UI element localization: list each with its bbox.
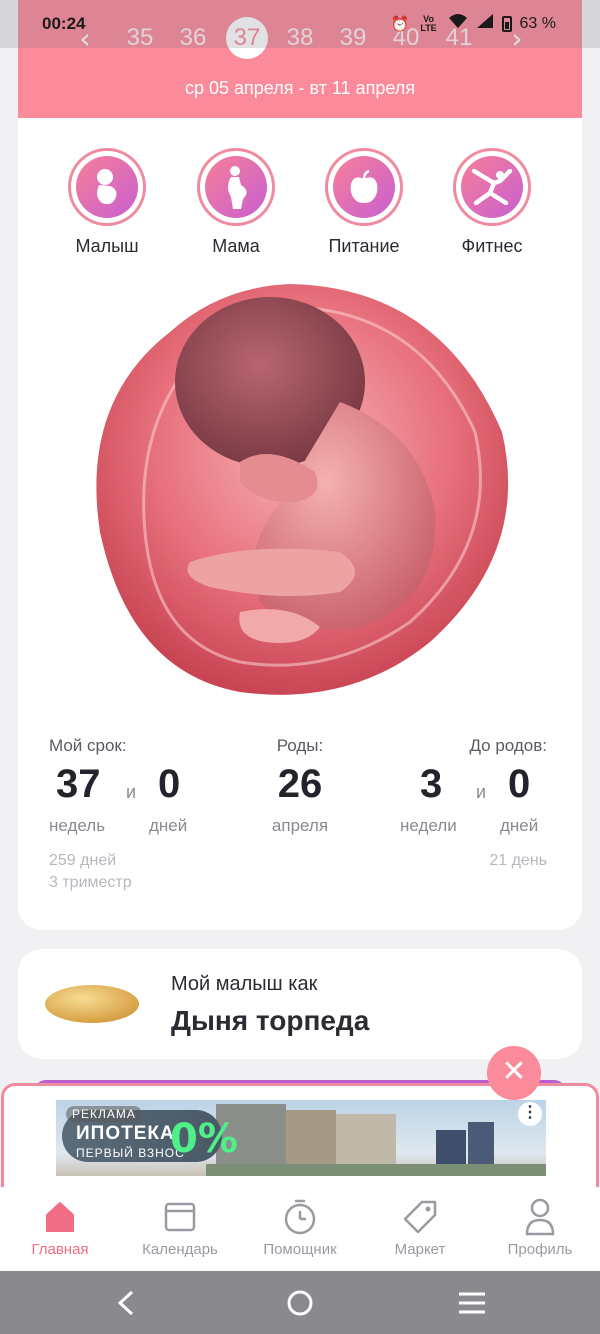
melon-image [44, 983, 140, 1030]
recent-apps-icon[interactable] [442, 1285, 502, 1321]
remaining-connector: и [476, 782, 487, 802]
volte-label: Vo LTE [420, 13, 437, 33]
status-icons: ⏰ Vo LTE 63 % [391, 13, 556, 34]
remaining-weeks-value: 3 [420, 762, 443, 806]
pregnancy-card: Малыш Мама Питание Фитнес Мой срок: 37 и… [18, 118, 582, 930]
remaining-days-unit: дней [500, 816, 539, 835]
close-icon[interactable]: ✕ [487, 1046, 541, 1100]
ad-subline: ПЕРВЫЙ ВЗНОС [76, 1146, 185, 1160]
nav-assistant[interactable]: Помощник [240, 1197, 360, 1258]
back-icon[interactable] [96, 1285, 156, 1321]
nav-label: Главная [31, 1241, 89, 1258]
nav-market[interactable]: Маркет [360, 1197, 480, 1258]
term-title: Мой срок: [49, 736, 127, 755]
category-label: Малыш [75, 236, 139, 256]
term-units: недель дней [49, 816, 219, 842]
term-connector: и [126, 782, 137, 802]
apple-icon [333, 156, 395, 218]
category-label: Мама [212, 236, 260, 256]
nav-label: Помощник [263, 1241, 337, 1258]
category-fitness-ring [453, 148, 531, 226]
fruit-caption: Мой малыш как [171, 973, 318, 995]
bottom-nav: Главная Календарь Помощник Маркет Профил… [0, 1187, 600, 1271]
calendar-icon [120, 1197, 240, 1237]
baby-icon [76, 156, 138, 218]
signal-icon [476, 13, 494, 34]
profile-icon [480, 1197, 600, 1237]
fruit-name: Дыня торпеда [171, 1005, 370, 1036]
birth-day-wrap: 26 [250, 760, 350, 816]
term-values: 37 и 0 [49, 760, 219, 816]
remaining-stat: До родов: 3 и 0 недели дней 21 день [390, 736, 547, 870]
category-label: Питание [328, 236, 400, 256]
status-bar: 00:24 ⏰ Vo LTE 63 % [0, 0, 600, 48]
wifi-icon [448, 13, 468, 34]
pregnant-mother-icon [205, 156, 267, 218]
nav-home[interactable]: Главная [0, 1197, 120, 1258]
birth-stat: Роды: 26 апреля [250, 736, 350, 836]
category-baby-ring [68, 148, 146, 226]
term-days-value: 0 [158, 762, 181, 806]
fitness-icon [461, 156, 523, 218]
category-label: Фитнес [461, 236, 523, 256]
more-vertical-icon[interactable]: ⋮ [518, 1102, 542, 1126]
tag-icon [360, 1197, 480, 1237]
term-trimester: 3 триместр [49, 874, 132, 891]
term-weeks-value: 37 [56, 762, 101, 806]
nav-profile[interactable]: Профиль [480, 1197, 600, 1258]
category-mother[interactable]: Мама [181, 148, 291, 257]
remaining-units: недели дней [390, 816, 547, 842]
birth-title: Роды: [276, 736, 324, 755]
remaining-title: До родов: [469, 736, 547, 755]
remaining-weeks-unit: недели [400, 816, 457, 835]
nav-label: Календарь [142, 1241, 218, 1258]
category-nutrition-ring [325, 148, 403, 226]
fruit-size-card[interactable]: Мой малыш как Дыня торпеда [18, 949, 582, 1059]
term-stat: Мой срок: 37 и 0 недель дней 259 дней 3 … [49, 736, 219, 892]
birth-month: апреля [271, 816, 329, 835]
nav-label: Профиль [507, 1241, 573, 1258]
battery-percent: 63 % [519, 14, 556, 32]
category-mother-ring [197, 148, 275, 226]
battery-icon [501, 15, 512, 32]
ad-percent: 0% [170, 1116, 238, 1162]
term-total-days: 259 дней [49, 852, 117, 869]
alarm-icon: ⏰ [390, 14, 410, 33]
ad-banner[interactable]: ИПОТЕКА ПЕРВЫЙ ВЗНОС 0% РЕКЛАМА ⋮ [56, 1100, 546, 1176]
category-nutrition[interactable]: Питание [309, 148, 419, 257]
system-nav-bar [0, 1271, 600, 1334]
term-weeks-unit: недель [49, 816, 106, 835]
remaining-days-value: 0 [508, 762, 531, 806]
nav-calendar[interactable]: Календарь [120, 1197, 240, 1258]
category-fitness[interactable]: Фитнес [437, 148, 547, 257]
status-time: 00:24 [42, 14, 86, 33]
home-icon [0, 1197, 120, 1237]
remaining-total-days: 21 день [489, 852, 547, 869]
ad-headline: ИПОТЕКА [76, 1123, 175, 1144]
ad-buildings-image [206, 1104, 546, 1176]
fetus-illustration [90, 282, 510, 702]
home-circle-icon[interactable] [270, 1285, 330, 1321]
nav-label: Маркет [394, 1241, 446, 1258]
ad-tag: РЕКЛАМА [66, 1106, 142, 1122]
term-days-unit: дней [149, 816, 188, 835]
remaining-values: 3 и 0 [390, 760, 547, 816]
timer-icon [240, 1197, 360, 1237]
date-range: ср 05 апреля - вт 11 апреля [185, 78, 415, 98]
category-baby[interactable]: Малыш [52, 148, 162, 257]
birth-day: 26 [277, 762, 323, 806]
